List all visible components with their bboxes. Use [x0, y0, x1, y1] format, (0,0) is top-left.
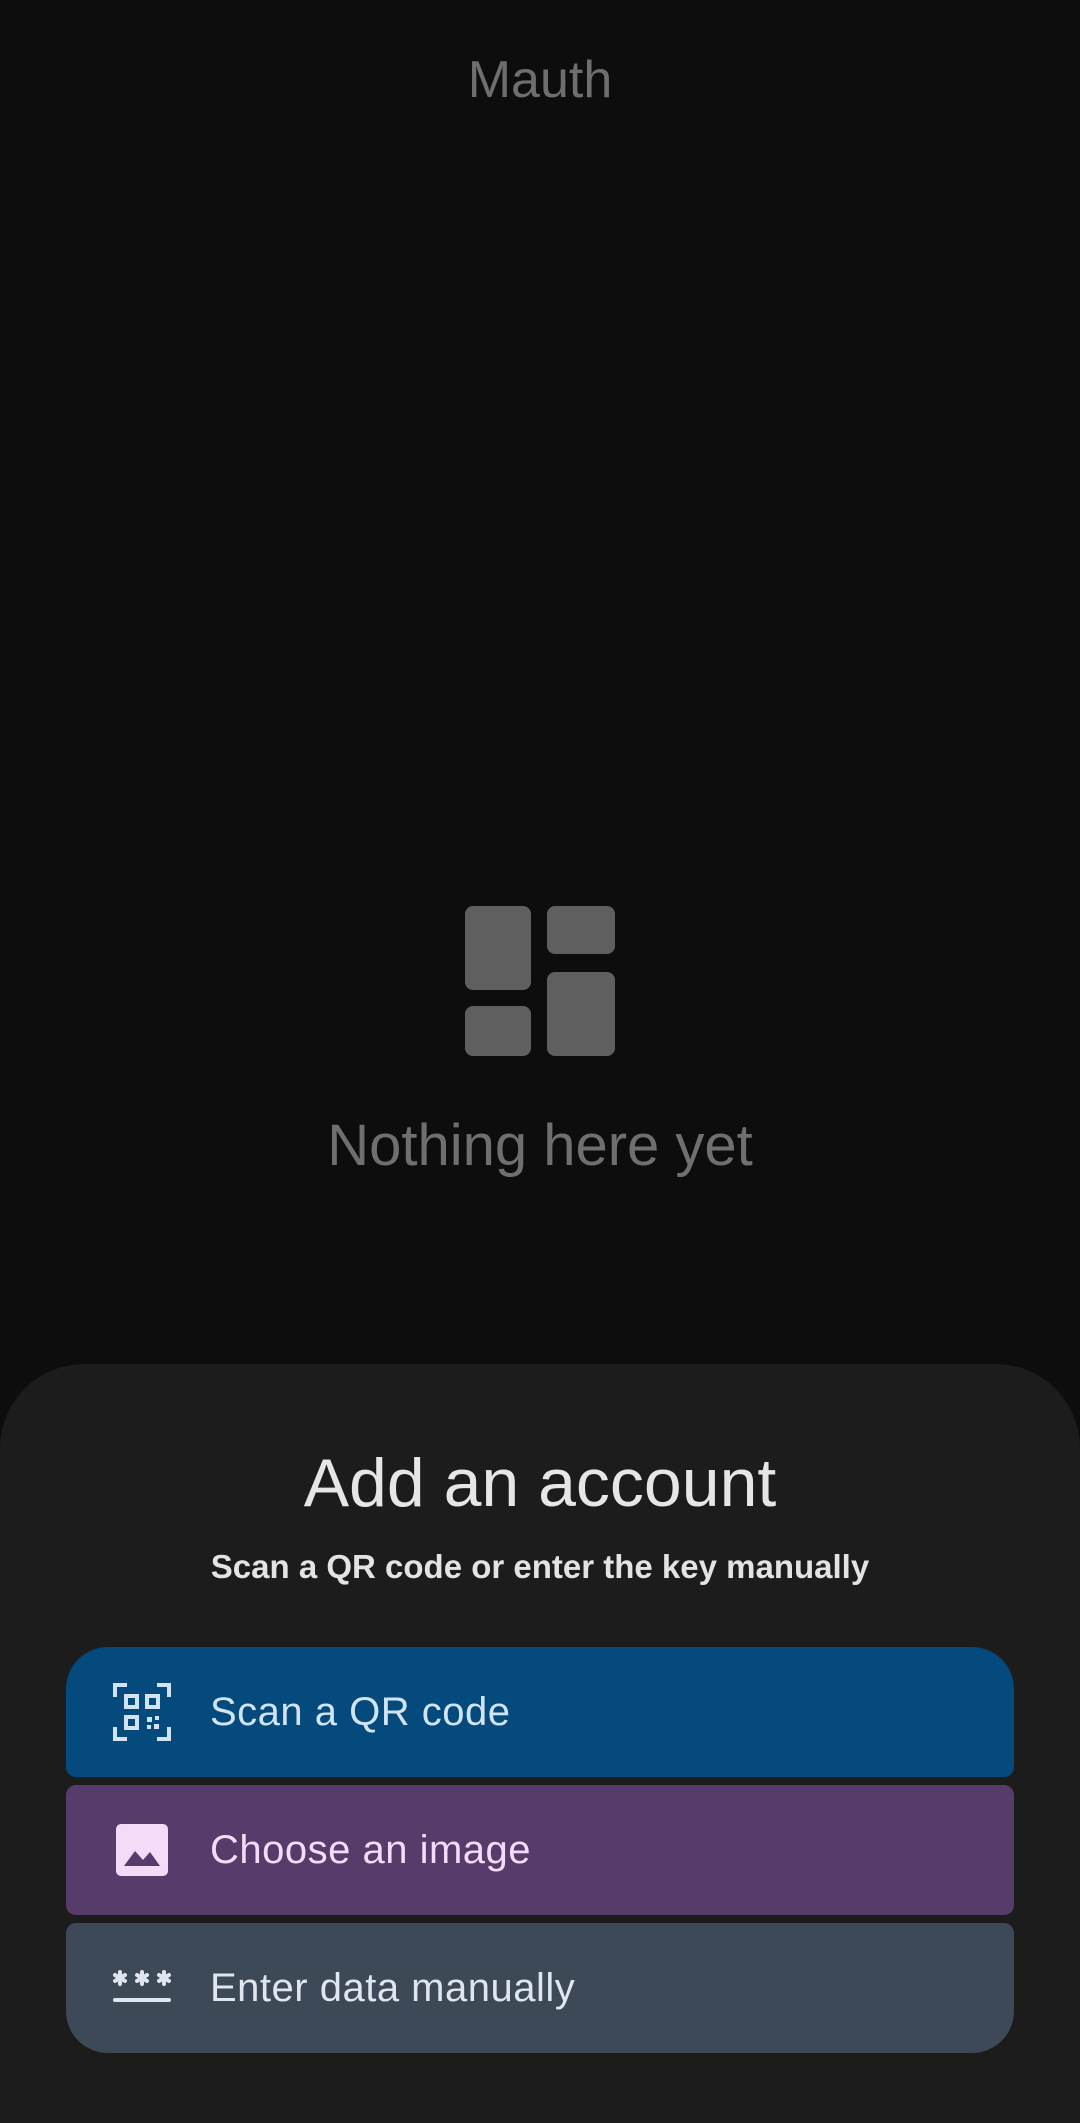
scan-qr-code-label: Scan a QR code — [210, 1689, 511, 1734]
empty-state: Nothing here yet — [0, 906, 1080, 1179]
screen: Mauth Nothing here yet Add an account Sc… — [0, 0, 1080, 2123]
app-title: Mauth — [467, 51, 613, 109]
enter-data-manually-button[interactable]: Enter data manually — [66, 1923, 1014, 2053]
sheet-title: Add an account — [303, 1445, 777, 1521]
choose-image-label: Choose an image — [210, 1827, 532, 1872]
add-account-sheet: Add an account Scan a QR code or enter t… — [0, 1364, 1080, 2123]
password-icon — [112, 1958, 172, 2018]
dashboard-icon — [465, 906, 615, 1056]
empty-state-text: Nothing here yet — [327, 1113, 753, 1178]
image-icon — [112, 1820, 172, 1880]
choose-image-button[interactable]: Choose an image — [66, 1785, 1014, 1915]
enter-data-manually-label: Enter data manually — [210, 1965, 576, 2010]
qr-code-scanner-icon — [112, 1682, 172, 1742]
scan-qr-code-button[interactable]: Scan a QR code — [66, 1647, 1014, 1777]
sheet-subtitle: Scan a QR code or enter the key manually — [210, 1548, 870, 1585]
